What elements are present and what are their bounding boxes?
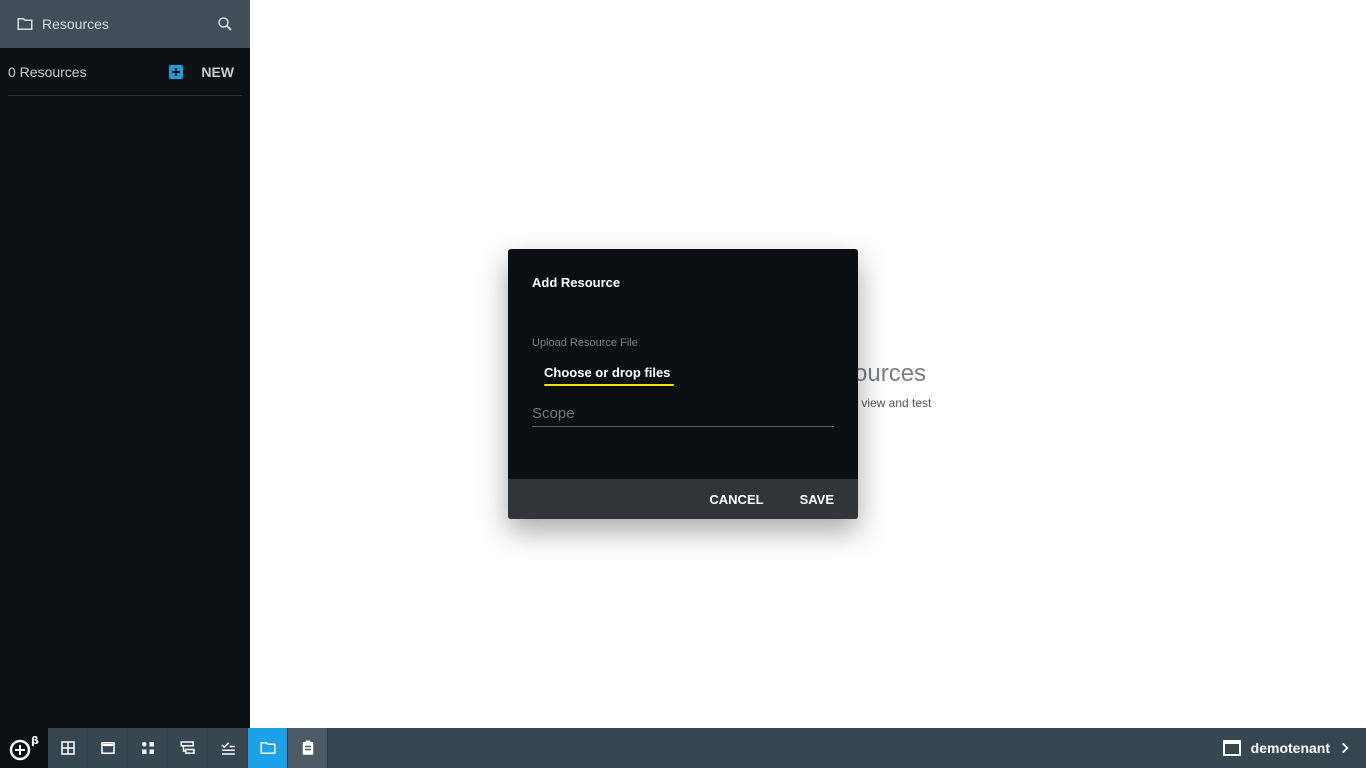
widgets-button[interactable] [128, 728, 168, 768]
upload-label: Upload Resource File [532, 337, 638, 349]
sidebar: Resources 0 Resources NEW [0, 0, 250, 728]
app-logo[interactable]: β [0, 728, 48, 768]
logo-icon: β [9, 734, 39, 761]
routes-button[interactable] [168, 728, 208, 768]
clipboard-icon [302, 740, 313, 755]
sidebar-title: Resources [42, 16, 109, 32]
folder-icon [260, 742, 275, 754]
choose-files-button[interactable]: Choose or drop files [536, 359, 678, 386]
chevron-right-icon [1342, 742, 1349, 754]
checklist-button[interactable] [208, 728, 248, 768]
search-icon[interactable] [216, 15, 234, 33]
resources-button[interactable] [248, 728, 288, 768]
checklist-icon [220, 742, 235, 755]
widgets-icon [141, 742, 154, 754]
new-label: NEW [201, 63, 234, 80]
focus-underline [544, 384, 674, 386]
scope-input[interactable] [532, 401, 834, 427]
tenant-name: demotenant [1250, 740, 1330, 756]
tenant-switcher[interactable]: demotenant [1222, 728, 1352, 768]
folder-icon [17, 18, 33, 30]
svg-text:β: β [31, 734, 39, 747]
plus-icon [169, 64, 184, 79]
dashboard-grid-icon [60, 741, 75, 755]
window-button[interactable] [88, 728, 128, 768]
save-button[interactable]: SAVE [800, 492, 834, 507]
cancel-button[interactable]: CANCEL [709, 492, 763, 507]
dialog-title: Add Resource [532, 275, 621, 290]
tasks-button[interactable] [288, 728, 328, 768]
sidebar-header: Resources [0, 0, 250, 48]
window-icon [100, 742, 115, 754]
resource-count: 0 Resources [8, 63, 87, 80]
dialog-footer: CANCEL SAVE [508, 479, 858, 519]
resource-count-row: 0 Resources NEW [8, 48, 242, 96]
taskbar: β demotenant [0, 728, 1366, 768]
window-icon [1222, 740, 1241, 756]
new-resource-button[interactable]: NEW [169, 64, 234, 80]
add-resource-dialog: Add Resource Upload Resource File Choose… [508, 249, 858, 519]
routes-icon [180, 741, 195, 754]
dashboard-button[interactable] [48, 728, 88, 768]
